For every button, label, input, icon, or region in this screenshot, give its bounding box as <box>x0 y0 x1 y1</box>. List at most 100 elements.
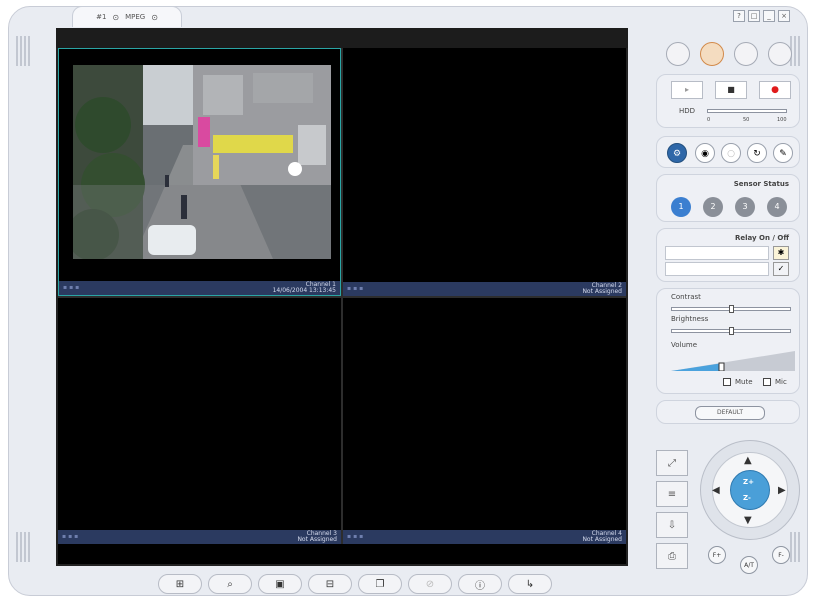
zoom-in-button[interactable]: Z+ <box>743 478 754 486</box>
snapshot-icon[interactable]: ○ <box>721 143 741 163</box>
wrench-icon[interactable]: ✎ <box>773 143 793 163</box>
auto-button[interactable]: A/T <box>740 556 758 574</box>
info-icon: ⓘ <box>475 580 485 592</box>
arrow-icon: ⊙ <box>151 12 158 22</box>
play-button[interactable]: ▸ <box>671 81 703 99</box>
info-button[interactable]: ⓘ <box>458 574 502 594</box>
focus-out-button[interactable]: F- <box>772 546 790 564</box>
copy-icon: ❐ <box>375 578 385 590</box>
ptz-left-icon[interactable]: ◀ <box>712 485 720 496</box>
camera-3-line2: Not Assigned <box>297 536 337 543</box>
video-top-strip <box>56 28 628 48</box>
copy-button[interactable]: ❐ <box>358 574 402 594</box>
contrast-slider[interactable] <box>671 305 791 313</box>
exit-icon: ↳ <box>525 578 535 590</box>
sensor-4[interactable]: 4 <box>767 197 787 217</box>
ptz-down-icon[interactable]: ▼ <box>744 515 752 526</box>
default-button[interactable]: DEFAULT <box>695 406 765 420</box>
help-button[interactable]: ? <box>733 10 745 22</box>
maximize-button[interactable]: □ <box>748 10 760 22</box>
record-button[interactable]: ● <box>759 81 791 99</box>
camera-view-2[interactable]: ▪▪▪ Channel 2 Not Assigned <box>343 48 626 296</box>
camera-icon[interactable]: ◉ <box>695 143 715 163</box>
backup-button[interactable]: ⊟ <box>308 574 352 594</box>
left-grip-bottom <box>16 532 30 562</box>
channel-tab-label: #1 <box>96 13 107 21</box>
layout-9-button[interactable] <box>734 42 758 66</box>
minimize-button[interactable]: _ <box>763 10 775 22</box>
layout-1-button[interactable] <box>666 42 690 66</box>
zoom-hub <box>730 470 770 510</box>
camera-view-1[interactable]: ▪▪▪ Channel 1 14/06/2004 13:13:45 <box>58 48 341 296</box>
brightness-label: Brightness <box>671 315 709 323</box>
camera-view-3[interactable]: ▪▪▪ Channel 3 Not Assigned <box>58 298 341 544</box>
relay-title: Relay On / Off <box>734 234 789 242</box>
mic-label: Mic <box>775 378 787 386</box>
zoom-out-button[interactable]: Z- <box>743 494 751 502</box>
ptz-up-icon[interactable]: ▲ <box>744 455 752 466</box>
contrast-label: Contrast <box>671 293 701 301</box>
ptz-right-icon[interactable]: ▶ <box>778 485 786 496</box>
backup-icon: ⊟ <box>325 578 335 590</box>
layout-4-button[interactable] <box>700 42 724 66</box>
record-panel: ▸ ■ ● HDD 0 50 100 <box>656 74 800 128</box>
focus-in-button[interactable]: F+ <box>708 546 726 564</box>
camera-image <box>73 65 331 259</box>
camera-view-4[interactable]: ▪▪▪ Channel 4 Not Assigned <box>343 298 626 544</box>
lightbulb-icon[interactable]: ✱ <box>773 246 789 260</box>
disabled-button[interactable]: ⊘ <box>408 574 452 594</box>
mic-checkbox[interactable] <box>763 378 771 386</box>
right-grip-bottom <box>790 532 800 562</box>
relay-field-2[interactable] <box>665 262 769 276</box>
grid-divider-horizontal <box>58 296 626 298</box>
download-button[interactable]: ⇩ <box>656 512 688 538</box>
arrow-icon: ⊙ <box>112 12 120 22</box>
exit-button[interactable]: ↳ <box>508 574 552 594</box>
volume-label: Volume <box>671 341 698 349</box>
split-view-button[interactable]: ⊞ <box>158 574 202 594</box>
sensor-title: Sensor Status <box>733 180 789 188</box>
mute-label: Mute <box>735 378 753 386</box>
check-icon[interactable]: ✓ <box>773 262 789 276</box>
setup-icon[interactable]: ⚙ <box>667 143 687 163</box>
camera-caption-3: ▪▪▪ Channel 3 Not Assigned <box>58 530 341 544</box>
camera-1-line2: 14/06/2004 13:13:45 <box>272 287 336 294</box>
relay-field-1[interactable] <box>665 246 769 260</box>
hdd-label: HDD <box>679 107 696 115</box>
save-button[interactable]: ▣ <box>258 574 302 594</box>
camera-caption-2: ▪▪▪ Channel 2 Not Assigned <box>343 282 626 296</box>
volume-bar[interactable] <box>671 351 795 371</box>
system-buttons: ? □ _ × <box>733 10 790 22</box>
camera-caption-4: ▪▪▪ Channel 4 Not Assigned <box>343 530 626 544</box>
brightness-slider[interactable] <box>671 327 791 335</box>
sensor-2[interactable]: 2 <box>703 197 723 217</box>
stop-button[interactable]: ■ <box>715 81 747 99</box>
sensor-1[interactable]: 1 <box>671 197 691 217</box>
hdd-tick-50: 50 <box>743 117 750 123</box>
print-button[interactable]: ⎙ <box>656 543 688 569</box>
adjust-panel: Contrast Brightness Volume Mute Mic <box>656 288 800 394</box>
camera-4-line2: Not Assigned <box>582 536 622 543</box>
mute-checkbox[interactable] <box>723 378 731 386</box>
tool-panel: ⚙ ◉ ○ ↻ ✎ <box>656 136 800 168</box>
list-button[interactable]: ≡ <box>656 481 688 507</box>
camera-status-icons: ▪▪▪ <box>62 533 81 540</box>
channel-tab-sub: MPEG <box>125 13 146 21</box>
hdd-tick-0: 0 <box>707 117 711 123</box>
sensor-panel: Sensor Status 1 2 3 4 <box>656 174 800 222</box>
camera-status-icons: ▪▪▪ <box>347 533 366 540</box>
sensor-3[interactable]: 3 <box>735 197 755 217</box>
camera-caption-1: ▪▪▪ Channel 1 14/06/2004 13:13:45 <box>59 281 340 295</box>
refresh-icon[interactable]: ↻ <box>747 143 767 163</box>
camera-status-icons: ▪▪▪ <box>63 284 82 291</box>
brightness-thumb[interactable] <box>729 327 734 335</box>
search-icon: ⌕ <box>227 578 233 590</box>
disabled-icon: ⊘ <box>425 578 435 590</box>
fullscreen-button[interactable]: ⤢ <box>656 450 688 476</box>
close-button[interactable]: × <box>778 10 790 22</box>
camera-2-line2: Not Assigned <box>582 288 622 295</box>
layout-16-button[interactable] <box>768 42 792 66</box>
contrast-thumb[interactable] <box>729 305 734 313</box>
channel-tab[interactable]: #1 ⊙ MPEG ⊙ <box>72 6 182 27</box>
search-button[interactable]: ⌕ <box>208 574 252 594</box>
